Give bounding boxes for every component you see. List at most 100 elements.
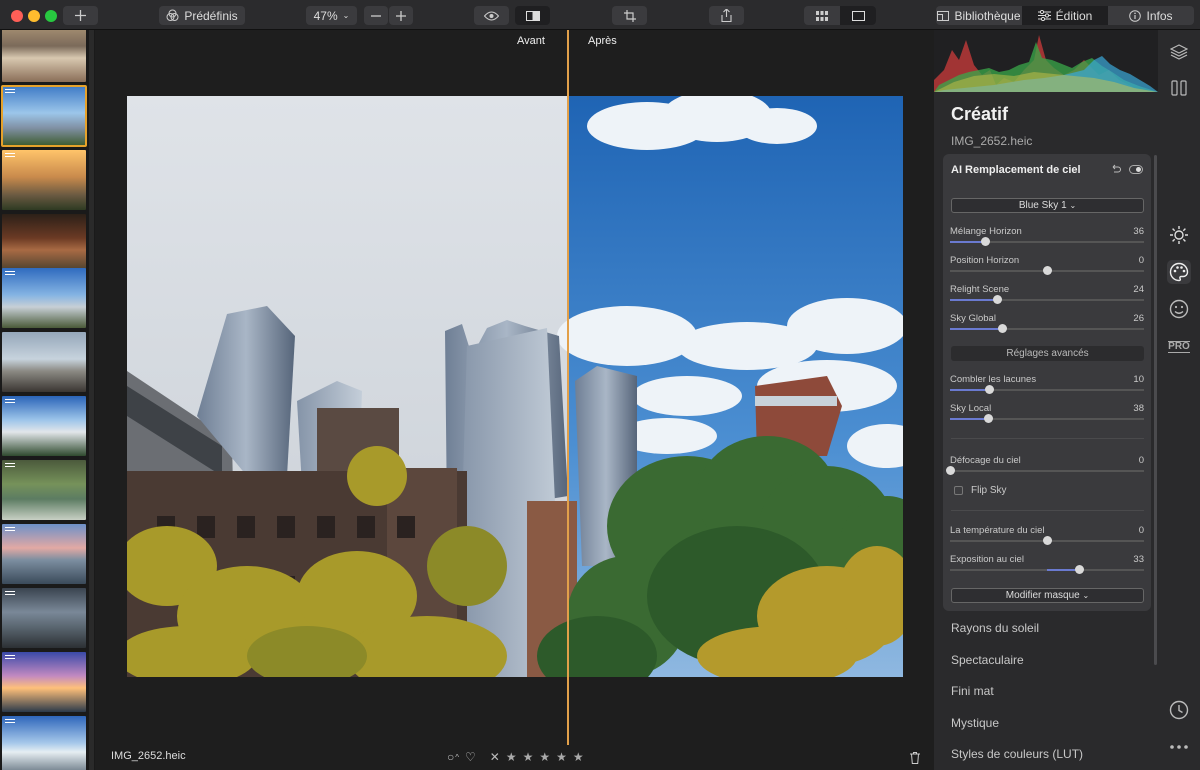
thumbnail[interactable] — [2, 716, 86, 770]
crop-button[interactable] — [612, 6, 647, 25]
minimize-window-button[interactable] — [28, 10, 40, 22]
slider-knob[interactable] — [1043, 266, 1052, 275]
checkbox-box[interactable] — [954, 486, 963, 495]
slider-knob[interactable] — [984, 414, 993, 423]
tab-edit[interactable]: Édition — [1022, 6, 1108, 25]
chevron-up-icon[interactable]: ^ — [455, 753, 459, 762]
history-button[interactable] — [1167, 698, 1191, 722]
slider-fill — [950, 299, 997, 301]
photo-canvas[interactable] — [127, 96, 903, 677]
slider-position-horizon[interactable]: Position Horizon 0 — [950, 255, 1144, 283]
slider-knob[interactable] — [946, 466, 955, 475]
star-icon[interactable]: ★ — [556, 750, 567, 764]
thumbnail[interactable] — [2, 524, 86, 584]
tab-info[interactable]: Infos — [1108, 6, 1194, 25]
single-view-button[interactable] — [840, 6, 876, 25]
tool-enable-toggle[interactable] — [1129, 164, 1143, 174]
slider-knob[interactable] — [998, 324, 1007, 333]
star-icon[interactable]: ★ — [506, 750, 517, 764]
slider-track[interactable] — [950, 237, 1144, 246]
slider-knob[interactable] — [1075, 565, 1084, 574]
thumbnail[interactable] — [2, 460, 86, 520]
creative-button[interactable] — [1167, 260, 1191, 284]
canvas-button[interactable] — [1167, 76, 1191, 100]
thumbnail-selected[interactable] — [1, 85, 87, 147]
thumbnail[interactable] — [2, 396, 86, 456]
slider-knob[interactable] — [993, 295, 1002, 304]
view-mode-switch — [804, 6, 876, 25]
reject-icon[interactable]: ✕ — [490, 750, 500, 764]
presets-button[interactable]: Prédéfinis — [159, 6, 245, 25]
thumbnail[interactable] — [2, 150, 86, 210]
slider-track[interactable] — [950, 565, 1144, 574]
canvas-icon — [1171, 80, 1187, 96]
slider-defocage-ciel[interactable]: Défocage du ciel 0 — [946, 455, 1144, 483]
slider-track[interactable] — [950, 324, 1144, 333]
slider-exposition-ciel[interactable]: Exposition au ciel 33 — [950, 554, 1144, 582]
thumbnail[interactable] — [2, 30, 86, 82]
panel-scrollbar[interactable] — [1154, 155, 1157, 665]
slider-track[interactable] — [950, 536, 1144, 545]
tab-library-label: Bibliothèque — [954, 8, 1021, 23]
star-icon[interactable]: ★ — [539, 750, 550, 764]
slider-track[interactable] — [950, 295, 1144, 304]
grid-view-button[interactable] — [804, 6, 840, 25]
tool-mystical[interactable]: Mystique — [951, 716, 999, 730]
slider-relight-scene[interactable]: Relight Scene 24 — [950, 284, 1144, 312]
thumbnail[interactable] — [2, 268, 86, 328]
slider-track[interactable] — [950, 414, 1144, 423]
close-window-button[interactable] — [11, 10, 23, 22]
heart-icon[interactable]: ♡ — [465, 750, 476, 764]
slider-temperature-ciel[interactable]: La température du ciel 0 — [950, 525, 1144, 553]
slider-label: La température du ciel — [950, 525, 1045, 536]
before-after-divider[interactable] — [567, 30, 569, 745]
star-icon[interactable]: ★ — [573, 750, 584, 764]
sky-select[interactable]: Blue Sky 1 ⌄ — [951, 198, 1144, 213]
star-icon[interactable]: ★ — [523, 750, 534, 764]
zoom-window-button[interactable] — [45, 10, 57, 22]
filmstrip-scrollbar[interactable] — [89, 30, 94, 770]
slider-knob[interactable] — [1043, 536, 1052, 545]
pro-button[interactable]: PRO — [1167, 335, 1191, 359]
slider-melange-horizon[interactable]: Mélange Horizon 36 — [950, 226, 1144, 254]
tab-library[interactable]: Bibliothèque — [936, 6, 1022, 25]
slider-knob[interactable] — [981, 237, 990, 246]
share-button[interactable] — [709, 6, 744, 25]
tool-sun-rays[interactable]: Rayons du soleil — [951, 621, 1039, 635]
tool-matte[interactable]: Fini mat — [951, 684, 994, 698]
portrait-button[interactable] — [1167, 297, 1191, 321]
edit-mask-button[interactable]: Modifier masque ⌄ — [951, 588, 1144, 603]
tool-dramatic[interactable]: Spectaculaire — [951, 653, 1024, 667]
eye-icon — [484, 11, 499, 20]
advanced-settings-toggle[interactable]: Réglages avancés — [951, 346, 1144, 361]
tool-lut[interactable]: Styles de couleurs (LUT) — [951, 747, 1083, 761]
thumbnail[interactable] — [2, 652, 86, 712]
slider-track[interactable] — [950, 266, 1144, 275]
clock-icon — [1169, 700, 1189, 720]
slider-track[interactable] — [946, 466, 1144, 475]
layers-button[interactable] — [1167, 40, 1191, 64]
slider-track[interactable] — [950, 385, 1144, 394]
zoom-out-button[interactable] — [364, 6, 388, 25]
tab-edit-label: Édition — [1055, 8, 1093, 23]
compare-button[interactable] — [515, 6, 550, 25]
add-button[interactable] — [63, 6, 98, 25]
thumbnail[interactable] — [2, 214, 86, 274]
thumbnail[interactable] — [2, 588, 86, 648]
slider-knob[interactable] — [985, 385, 994, 394]
flip-sky-checkbox[interactable]: Flip Sky — [954, 485, 1007, 496]
essentials-button[interactable] — [1167, 223, 1191, 247]
histogram — [934, 30, 1158, 92]
zoom-select[interactable]: 47% ⌄ — [306, 6, 357, 25]
undo-icon[interactable] — [1111, 164, 1121, 174]
slider-sky-local[interactable]: Sky Local 38 — [950, 403, 1144, 431]
thumbnail[interactable] — [2, 332, 86, 392]
slider-sky-global[interactable]: Sky Global 26 — [950, 313, 1144, 341]
slider-combler-lacunes[interactable]: Combler les lacunes 10 — [950, 374, 1144, 402]
tool-title[interactable]: AI Remplacement de ciel — [951, 164, 1081, 176]
trash-button[interactable] — [910, 751, 920, 769]
more-button[interactable] — [1167, 735, 1191, 759]
preview-button[interactable] — [474, 6, 509, 25]
zoom-in-button[interactable] — [389, 6, 413, 25]
label-circle-icon[interactable]: ○ — [447, 750, 454, 764]
